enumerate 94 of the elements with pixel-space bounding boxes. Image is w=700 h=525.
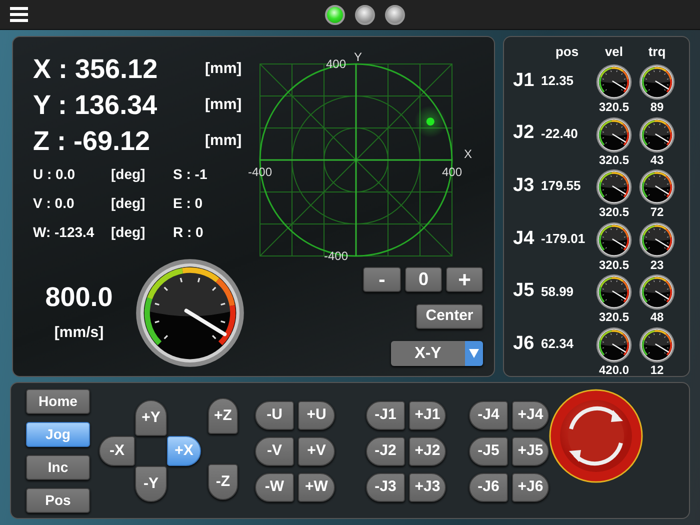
- velocity-gauge: [596, 222, 632, 258]
- axis-button[interactable]: -Z: [208, 464, 238, 500]
- velocity-value: 320.5: [598, 258, 630, 272]
- emergency-stop-button[interactable]: [549, 389, 643, 483]
- axis-button[interactable]: +V: [298, 437, 335, 466]
- zoom-out-button[interactable]: -: [363, 267, 401, 292]
- joint-name: J5: [513, 279, 536, 304]
- joint-position: 12.35: [541, 72, 575, 90]
- joint-button[interactable]: +J5: [512, 437, 549, 466]
- axis-value: W: -123.4: [33, 223, 96, 242]
- position-point: [414, 106, 446, 138]
- torque-gauge: [639, 222, 675, 258]
- zoom-value: 0: [405, 267, 442, 292]
- joint-name: J2: [513, 121, 536, 146]
- joint-name: J3: [513, 174, 536, 198]
- torque-value: 12: [650, 362, 664, 377]
- axis-button[interactable]: -U: [255, 401, 294, 430]
- column-header: pos: [554, 42, 580, 61]
- joint-position: -179.01: [541, 230, 586, 248]
- velocity-value: 320.5: [598, 100, 630, 114]
- coordinate-value: Z : -69.12: [33, 125, 152, 158]
- velocity-value: 320.5: [598, 152, 630, 167]
- column-header: vel: [604, 42, 624, 61]
- velocity-value: 420.0: [598, 362, 630, 377]
- torque-value: 48: [650, 310, 664, 324]
- axis-value: S : -1: [173, 165, 208, 184]
- axis-value: E : 0: [173, 194, 204, 213]
- menu-icon[interactable]: [10, 7, 28, 22]
- torque-value: 89: [650, 100, 664, 114]
- velocity-gauge: [596, 116, 632, 152]
- joint-position: 58.99: [541, 282, 575, 301]
- joint-button[interactable]: -J3: [366, 473, 405, 502]
- unit-label: [mm/s]: [54, 323, 104, 343]
- speed-value: 800.0: [45, 284, 113, 311]
- joint-position: -22.40: [541, 124, 579, 143]
- column-header: trq: [647, 42, 667, 61]
- torque-value: 72: [650, 205, 664, 220]
- axis-value: U : 0.0: [33, 165, 76, 184]
- joint-position: 179.55: [541, 177, 582, 196]
- axis-button[interactable]: +W: [298, 473, 335, 502]
- axis-button[interactable]: +U: [298, 401, 335, 430]
- torque-gauge: [639, 116, 675, 152]
- center-button[interactable]: Center: [416, 304, 483, 329]
- axis-value: R : 0: [173, 223, 204, 242]
- joint-name: J4: [513, 226, 536, 251]
- joint-button[interactable]: -J6: [469, 473, 508, 502]
- torque-value: 23: [650, 258, 664, 272]
- unit-label: [deg]: [111, 165, 146, 184]
- velocity-gauge: [596, 170, 632, 205]
- torque-gauge: [639, 170, 675, 205]
- torque-gauge: [639, 64, 675, 100]
- axis-value: V : 0.0: [33, 194, 76, 213]
- torque-gauge: [639, 327, 675, 363]
- joint-position: 62.34: [541, 335, 575, 354]
- axis-label: X: [464, 147, 472, 161]
- axis-button[interactable]: -V: [255, 437, 294, 466]
- unit-label: [mm]: [205, 59, 243, 79]
- axis-button[interactable]: -Y: [135, 466, 167, 502]
- zoom-in-button[interactable]: +: [446, 267, 483, 292]
- joint-name: J6: [513, 332, 536, 356]
- coordinate-value: X : 356.12: [33, 53, 159, 86]
- caret-icon: [469, 349, 479, 358]
- velocity-value: 320.5: [598, 205, 630, 220]
- joint-button[interactable]: -J4: [469, 401, 508, 430]
- unit-label: [mm]: [205, 95, 243, 115]
- unit-label: [deg]: [111, 223, 146, 242]
- axis-button[interactable]: +Y: [135, 400, 167, 436]
- joint-button[interactable]: -J5: [469, 437, 508, 466]
- velocity-gauge: [596, 64, 632, 100]
- joint-button[interactable]: +J6: [512, 473, 549, 502]
- unit-label: [deg]: [111, 194, 146, 213]
- axis-button[interactable]: +Z: [208, 398, 238, 434]
- axis-label: Y: [354, 50, 362, 64]
- torque-gauge: [639, 274, 675, 310]
- axis-button[interactable]: -W: [255, 473, 294, 502]
- velocity-gauge: [596, 274, 632, 310]
- coordinate-value: Y : 136.34: [33, 89, 158, 122]
- joint-button[interactable]: -J2: [366, 437, 405, 466]
- view-select-value: X-Y: [391, 341, 465, 366]
- joint-button[interactable]: +J2: [409, 437, 446, 466]
- joint-button[interactable]: +J3: [409, 473, 446, 502]
- axis-button[interactable]: -X: [99, 436, 135, 466]
- joint-button[interactable]: +J4: [512, 401, 549, 430]
- joint-button[interactable]: -J1: [366, 401, 405, 430]
- mode-button[interactable]: Home: [26, 389, 90, 414]
- view-select[interactable]: X-Y: [391, 341, 483, 366]
- unit-label: [mm]: [205, 131, 243, 151]
- mode-button[interactable]: Pos: [26, 488, 90, 513]
- joint-name: J1: [513, 68, 536, 93]
- velocity-value: 320.5: [598, 310, 630, 324]
- velocity-gauge: [596, 327, 632, 363]
- joint-button[interactable]: +J1: [409, 401, 446, 430]
- mode-button[interactable]: Inc: [26, 455, 90, 480]
- torque-value: 43: [650, 152, 664, 167]
